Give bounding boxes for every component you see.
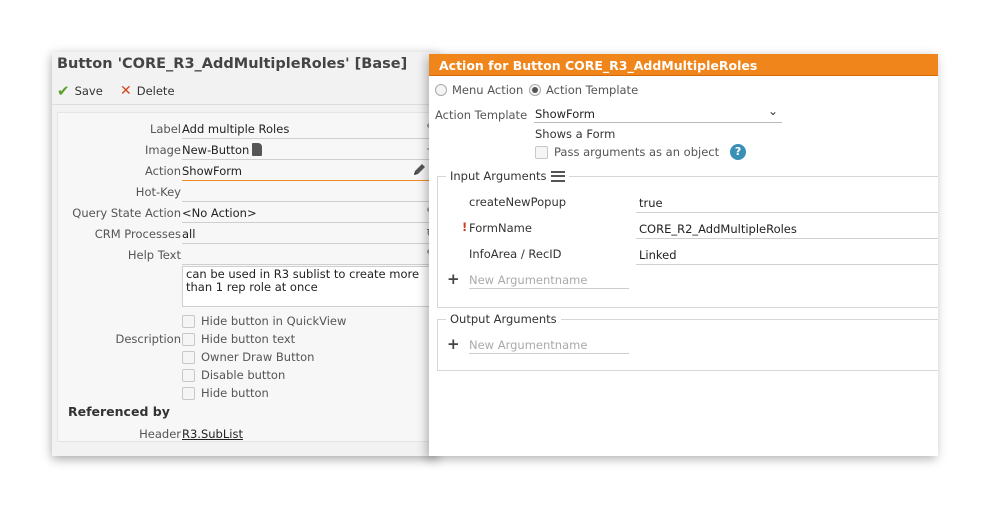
argument-row: createNewPopup true [438, 193, 938, 213]
field-label: Query State Action [72, 206, 181, 220]
radio-button-selected[interactable] [529, 84, 541, 96]
delete-button[interactable]: ✕ Delete [120, 84, 175, 98]
argument-name: createNewPopup [469, 195, 567, 209]
query-state-input[interactable]: <No Action> [182, 206, 257, 220]
radio-button[interactable] [435, 84, 447, 96]
action-template-value: ShowForm [535, 107, 595, 121]
document-icon [252, 143, 263, 156]
checkbox[interactable] [182, 332, 195, 346]
argument-value[interactable]: true [639, 196, 663, 210]
legend-text: Input Arguments [450, 169, 547, 183]
required-icon: ! [462, 220, 468, 234]
input-arguments-group: Input Arguments createNewPopup true ! Fo… [437, 169, 938, 308]
checkbox-label: Hide button text [201, 332, 296, 346]
save-label: Save [74, 84, 103, 98]
field-label: Action [144, 164, 181, 178]
output-arguments-legend: Output Arguments [446, 312, 561, 326]
checkbox[interactable] [182, 314, 195, 328]
legend-text: Output Arguments [450, 312, 557, 326]
checkbox-label: Hide button in QuickView [201, 314, 347, 328]
chevron-down-icon: ⌄ [767, 104, 778, 118]
pass-args-checkbox-row[interactable]: Pass arguments as an object ? [535, 144, 747, 160]
label-input[interactable]: Add multiple Roles [182, 122, 289, 136]
argument-value[interactable]: Linked [639, 248, 677, 262]
checkbox[interactable] [182, 386, 195, 400]
radio-menu-action[interactable]: Menu Action [435, 83, 523, 97]
referenced-by-heading: Referenced by [68, 404, 170, 419]
argument-name: FormName [469, 221, 532, 235]
argument-row: InfoArea / RecID Linked [438, 245, 938, 265]
check-icon: ✔ [57, 82, 70, 100]
action-row: Action ShowForm ✕ [58, 161, 439, 181]
checkbox-hide-button-text[interactable]: Hide button text [182, 331, 295, 347]
argument-row: ! FormName CORE_R2_AddMultipleRoles [438, 219, 938, 239]
argument-value[interactable]: CORE_R2_AddMultipleRoles [639, 222, 797, 236]
field-label: Header [139, 427, 181, 441]
pencil-icon[interactable] [411, 162, 427, 178]
add-argument-icon[interactable]: + [447, 335, 460, 353]
dialog-title: Action for Button CORE_R3_AddMultipleRol… [439, 58, 758, 73]
new-output-argument-field[interactable]: New Argumentname [469, 337, 629, 354]
dialog-header: Action for Button CORE_R3_AddMultipleRol… [429, 54, 938, 76]
referenced-by-link[interactable]: R3.SubList [182, 427, 243, 441]
field-label: Help Text [127, 248, 181, 262]
help-icon[interactable]: ? [730, 144, 747, 160]
field-label: CRM Processes [94, 227, 181, 241]
image-row: Image New-Button + [58, 140, 439, 160]
checkbox-disable-button[interactable]: Disable button [182, 367, 285, 383]
radio-label: Action Template [546, 83, 639, 97]
checkbox-label: Pass arguments as an object [554, 145, 720, 159]
radio-label: Menu Action [452, 83, 524, 97]
delete-label: Delete [136, 84, 175, 98]
action-template-select[interactable]: ShowForm ⌄ [534, 104, 782, 123]
save-button[interactable]: ✔ Save [57, 82, 103, 100]
toolbar: ✔ Save ✕ Delete [52, 79, 438, 105]
image-value: New-Button [182, 143, 250, 157]
field-label: Label [149, 122, 181, 136]
help-text-row: Help Text ✎ [58, 245, 439, 265]
checkbox-hide-button[interactable]: Hide button [182, 385, 269, 401]
checkbox-hide-quickview[interactable]: Hide button in QuickView [182, 313, 346, 329]
delete-x-icon: ✕ [120, 83, 132, 99]
checkbox-owner-draw[interactable]: Owner Draw Button [182, 349, 314, 365]
action-template-label: Action Template [435, 108, 528, 122]
new-input-argument-field[interactable]: New Argumentname [469, 272, 629, 289]
checkbox-label: Hide button [201, 386, 269, 400]
field-label: Description [115, 332, 182, 346]
input-arguments-legend: Input Arguments [446, 169, 570, 183]
argument-name: InfoArea / RecID [469, 247, 562, 261]
output-arguments-group: Output Arguments + New Argumentname [437, 312, 938, 371]
referenced-by-row: Header R3.SubList [58, 424, 439, 444]
field-label: Hot-Key [135, 185, 181, 199]
list-icon[interactable] [551, 170, 566, 182]
checkbox[interactable] [182, 350, 195, 364]
label-row: Label Add multiple Roles ✎ [58, 119, 439, 139]
button-form: Label Add multiple Roles ✎ Image New-But… [57, 112, 439, 444]
checkbox[interactable] [535, 145, 548, 159]
action-dialog: Action for Button CORE_R3_AddMultipleRol… [429, 54, 938, 456]
query-state-row: Query State Action <No Action> ✎ [58, 203, 439, 223]
template-description: Shows a Form [535, 127, 616, 141]
button-editor-panel: Button 'CORE_R3_AddMultipleRoles' [Base]… [52, 52, 439, 456]
description-textarea[interactable]: can be used in R3 sublist to create more… [182, 266, 439, 307]
crm-processes-input[interactable]: all [182, 227, 195, 241]
checkbox-label: Disable button [201, 368, 286, 382]
radio-action-template[interactable]: Action Template [529, 83, 638, 97]
checkbox[interactable] [182, 368, 195, 382]
action-input[interactable]: ShowForm [182, 164, 242, 178]
image-input[interactable]: New-Button [182, 143, 263, 157]
crm-processes-row: CRM Processes all ↻ [58, 224, 439, 244]
page-title: Button 'CORE_R3_AddMultipleRoles' [Base] [57, 56, 408, 72]
checkbox-label: Owner Draw Button [201, 350, 315, 364]
hotkey-row: Hot-Key [58, 182, 439, 202]
field-label: Image [144, 143, 181, 157]
add-argument-icon[interactable]: + [447, 270, 460, 288]
